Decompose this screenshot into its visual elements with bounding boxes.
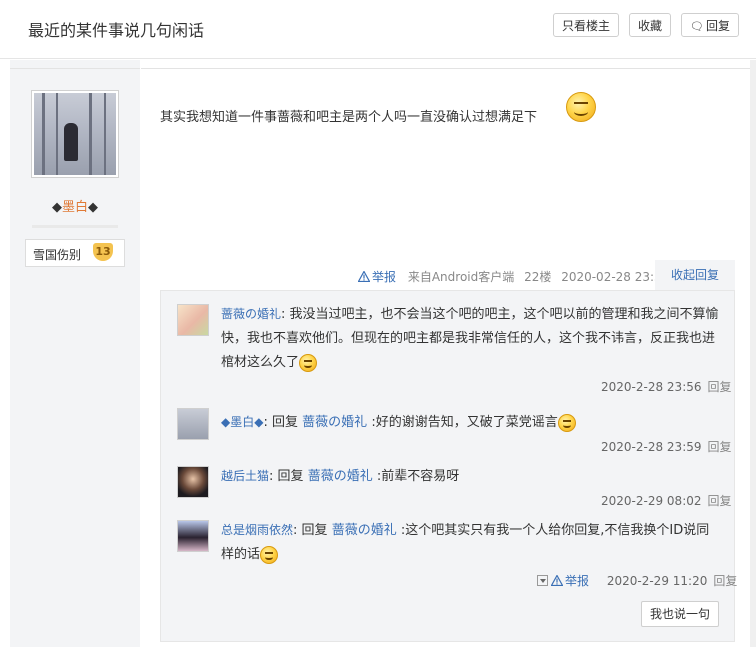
avatar[interactable] [177,304,209,336]
reply-to-user-link[interactable]: 蔷薇の婚礼 [332,523,397,538]
badge-level: 13 [95,245,111,258]
avatar[interactable] [177,520,209,552]
comment-separator: : [269,469,274,484]
reply-button-label: 回复 [705,19,730,33]
expand-icon[interactable] [537,575,548,586]
report-link[interactable]: 举报 [358,270,396,284]
report-label: 举报 [565,574,590,588]
divider [10,68,140,69]
smiley-emoticon-icon [260,545,279,564]
comment-separator: : [293,523,298,538]
list-item: 蔷薇の婚礼: 我没当过吧主，也不会当这个吧的吧主，这个吧以前的管理和我之间不算愉… [221,302,721,375]
comment-icon: 🗨︎ [690,20,704,33]
post-content: 其实我想知道一件事蔷薇和吧主是两个人吗一直没确认过想满足下 [160,110,538,125]
comment-separator: : [281,307,286,322]
post-meta: 举报 来自Android客户端 22楼 2020-02-28 23:53 [358,268,669,285]
only-op-button[interactable]: 只看楼主 [553,13,619,37]
comment-text: :前辈不容易呀 [376,469,460,484]
comment-reply-link[interactable]: 回复 [708,494,732,508]
comment-time: 2020-2-28 23:56 [601,380,702,394]
list-item: 总是烟雨依然: 回复 蔷薇の婚礼 :这个吧其实只有我一个人给你回复,不信我换个I… [221,518,721,567]
author-avatar[interactable] [31,90,119,178]
comment-meta: 举报 2020-2-29 11:20 回复 [537,572,737,589]
thread-title: 最近的某件事说几句闲话 [28,21,205,40]
comment-meta: 2020-2-28 23:56 回复 [601,378,732,395]
comment-username[interactable]: ◆墨白◆ [221,415,263,429]
post-floor: 22楼 [524,270,552,284]
avatar[interactable] [177,466,209,498]
avatar-image [34,93,116,175]
reply-prefix: 回复 [272,415,299,430]
reply-prefix: 回复 [301,523,328,538]
reply-prefix: 回复 [277,469,304,484]
member-badge[interactable]: 雪国伤别 13 [25,239,125,267]
reply-to-user-link[interactable]: 蔷薇の婚礼 [308,469,373,484]
reply-button[interactable]: 🗨︎ 回复 [681,13,739,37]
comment-time: 2020-2-29 11:20 [606,574,708,588]
favorite-button[interactable]: 收藏 [629,13,671,37]
comment-reply-link[interactable]: 回复 [708,380,732,394]
comment-username[interactable]: 总是烟雨依然 [221,523,293,537]
comment-meta: 2020-2-28 23:59 回复 [601,438,732,455]
reply-to-user-link[interactable]: 蔷薇の婚礼 [302,415,367,430]
smiley-emoticon-icon [299,353,318,372]
write-reply-button[interactable]: 我也说一句 [641,601,719,627]
warning-icon [550,574,564,587]
author-username-row: ◆墨白◆ [10,196,140,215]
smiley-emoticon-icon [566,92,596,122]
warning-icon [358,271,370,282]
report-label: 举报 [372,270,397,284]
exp-bar [32,225,118,228]
level-badge-icon: 13 [93,243,113,263]
comment-separator: : [263,415,268,430]
divider [141,68,750,69]
comment-reply-link[interactable]: 回复 [713,574,737,588]
username-prefix: ◆ [51,200,62,215]
collapse-replies-link[interactable]: 收起回复 [655,260,735,290]
comment-text: :好的谢谢告知，又破了菜党谣言 [371,415,558,430]
report-link[interactable]: 举报 [550,574,590,588]
author-username[interactable]: 墨白 [62,200,88,215]
comment-meta: 2020-2-29 08:02 回复 [601,492,732,509]
list-item: ◆墨白◆: 回复 蔷薇の婚礼 :好的谢谢告知，又破了菜党谣言 [221,410,721,435]
post-time: 2020-02-28 23:53 [561,270,670,284]
comment-time: 2020-2-28 23:59 [601,440,702,454]
comment-username[interactable]: 越后土猫 [221,469,269,483]
avatar[interactable] [177,408,209,440]
comment-time: 2020-2-29 08:02 [601,494,702,508]
list-item: 越后土猫: 回复 蔷薇の婚礼 :前辈不容易呀 [221,464,721,489]
username-suffix: ◆ [88,200,98,215]
comment-username[interactable]: 蔷薇の婚礼 [221,307,281,321]
badge-name: 雪国伤别 [33,248,82,262]
smiley-emoticon-icon [557,413,576,432]
scrollbar[interactable] [750,60,756,647]
comment-reply-link[interactable]: 回复 [708,440,732,454]
comment-text: 我没当过吧主，也不会当这个吧的吧主，这个吧以前的管理和我之间不算愉快，我也不喜欢… [221,307,719,370]
post-source: 来自Android客户端 [407,270,515,284]
